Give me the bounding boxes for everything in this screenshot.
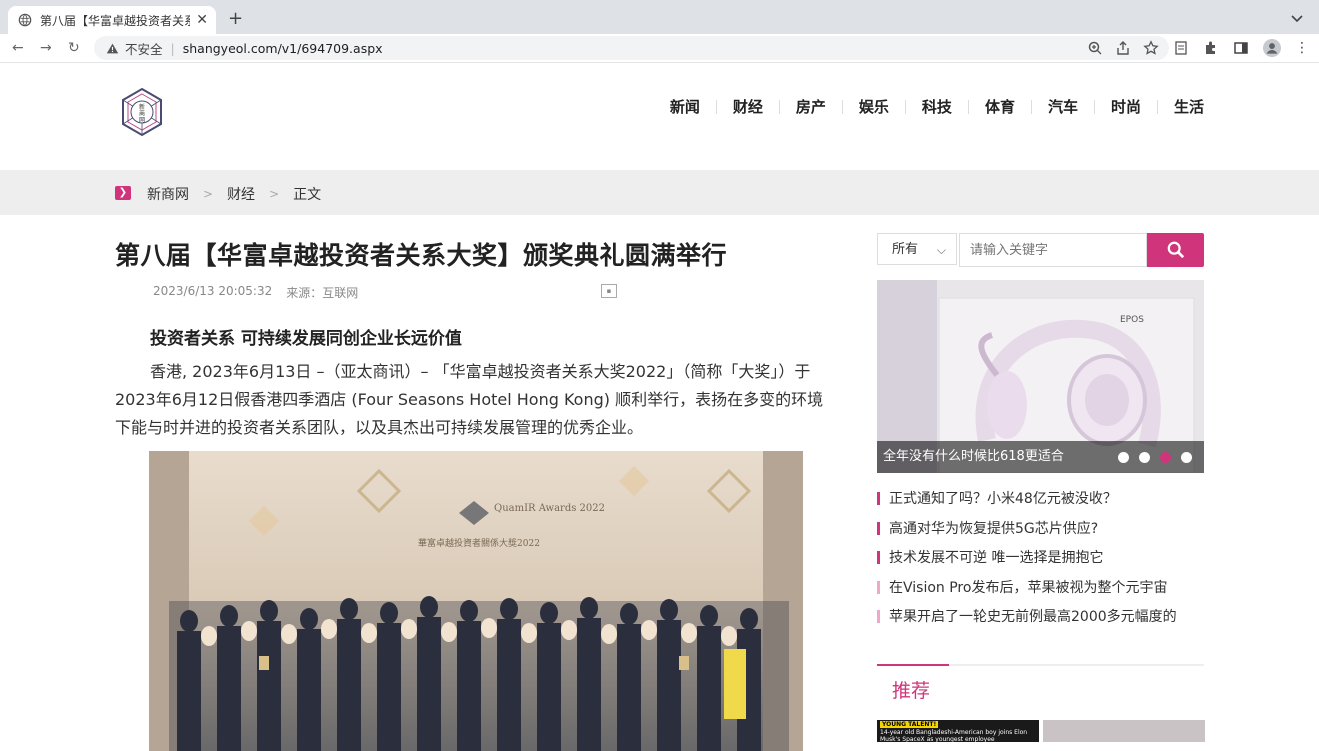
news-item[interactable]: 在Vision Pro发布后，苹果被视为整个元宇宙 (877, 577, 1207, 607)
nav-item-news[interactable]: 新闻 (654, 96, 716, 117)
search-button[interactable] (1147, 233, 1204, 267)
breadcrumb-bar: ❯ 新商网 > 财经 > 正文 (0, 170, 1319, 215)
site-logo[interactable]: 新 商 网 (117, 87, 167, 137)
carousel-dot[interactable] (1139, 452, 1150, 463)
tab-search-chevron-icon[interactable] (1289, 10, 1305, 26)
banner-brand: EPOS (1120, 315, 1144, 325)
photo-backdrop-cn: 華富卓越投資者關係大獎2022 (418, 537, 540, 549)
article-paragraph: 香港, 2023年6月13日 –（亚太商讯）– 「华富卓越投资者关系大奖2022… (115, 362, 824, 437)
carousel-dot[interactable] (1181, 452, 1192, 463)
article-meta: 2023/6/13 20:05:32 来源：互联网 (153, 284, 358, 301)
close-tab-icon[interactable]: ✕ (196, 12, 208, 28)
reader-mode-icon[interactable] (1173, 40, 1189, 56)
photo-backdrop-text: QuamIR Awards 2022 (494, 503, 605, 514)
breadcrumb-separator: > (203, 187, 214, 201)
sidebar-news-list: 正式通知了吗？小米48亿元被没收？ 高通对华为恢复提供5G芯片供应? 技术发展不… (877, 488, 1207, 636)
article-source: 来源：互联网 (286, 286, 359, 300)
people-group (169, 596, 789, 751)
article-date: 2023/6/13 20:05:32 (153, 284, 273, 298)
article-photo: QuamIR Awards 2022 華富卓越投資者關係大獎2022 (149, 451, 803, 751)
insecure-label: 不安全 (125, 41, 163, 57)
breadcrumb: 新商网 > 财经 > 正文 (147, 184, 321, 204)
nav-item-realestate[interactable]: 房产 (780, 96, 842, 117)
side-panel-icon[interactable] (1233, 40, 1249, 56)
thumbnail-tag: YOUNG TALENT! (880, 721, 939, 728)
share-icon[interactable] (1115, 40, 1131, 56)
recommend-thumbnail[interactable] (1043, 720, 1205, 742)
new-tab-icon[interactable]: + (228, 8, 243, 29)
address-bar[interactable]: 不安全 | shangyeol.com/v1/694709.aspx (94, 36, 1169, 60)
warning-icon (106, 43, 119, 53)
breadcrumb-home[interactable]: 新商网 (147, 184, 189, 204)
article-subtitle: 投资者关系 可持续发展同创企业长远价值 (150, 329, 462, 349)
banner-caption-text: 全年没有什么时候比618更适合 (883, 449, 1064, 464)
toolbar-right-icons: ⋮ (1173, 39, 1309, 57)
breadcrumb-current: 正文 (293, 187, 322, 203)
news-item[interactable]: 技术发展不可逆 唯一选择是拥抱它 (877, 547, 1207, 577)
extensions-puzzle-icon[interactable] (1203, 40, 1219, 56)
recommend-divider (877, 664, 1204, 666)
article-title: 第八届【华富卓越投资者关系大奖】颁奖典礼圆满举行 (115, 241, 728, 270)
news-item[interactable]: 高通对华为恢复提供5G芯片供应? (877, 518, 1207, 548)
recommend-thumbnail[interactable]: YOUNG TALENT! 14-year old Bangladeshi-Am… (877, 720, 1039, 742)
nav-item-auto[interactable]: 汽车 (1032, 96, 1094, 117)
breadcrumb-separator: > (269, 187, 280, 201)
browser-toolbar: ← → ↻ 不安全 | shangyeol.com/v1/694709.aspx… (0, 34, 1319, 63)
carousel-dots (1118, 452, 1192, 463)
carousel-dot-active[interactable] (1160, 452, 1171, 463)
main-nav: 新闻 财经 房产 娱乐 科技 体育 汽车 时尚 生活 (654, 96, 1204, 117)
chevron-down-icon: ⌵ (936, 243, 946, 257)
omnibox-actions (1087, 40, 1159, 56)
award-group-photo: QuamIR Awards 2022 華富卓越投資者關係大獎2022 (149, 451, 803, 751)
search-input[interactable] (959, 233, 1147, 267)
banner-carousel[interactable]: EPOS 全年没有什么时候比618更适合 (877, 280, 1204, 473)
nav-item-sports[interactable]: 体育 (969, 96, 1031, 117)
reload-icon[interactable]: ↻ (68, 40, 80, 56)
nav-item-entertainment[interactable]: 娱乐 (843, 96, 905, 117)
tab-title: 第八届【华富卓越投资者关系大奖】 (40, 13, 190, 28)
globe-icon (18, 13, 32, 27)
carousel-dot[interactable] (1118, 452, 1129, 463)
forward-icon[interactable]: → (40, 40, 52, 56)
news-item[interactable]: 苹果开启了一轮史无前例最高2000多元幅度的 (877, 606, 1207, 636)
search-box: 所有 ⌵ (877, 233, 1204, 267)
browser-tab[interactable]: 第八届【华富卓越投资者关系大奖】 ✕ (8, 6, 216, 34)
recommend-heading: 推荐 (892, 680, 931, 702)
browser-tabbar: 第八届【华富卓越投资者关系大奖】 ✕ + (0, 0, 1319, 34)
nav-item-life[interactable]: 生活 (1158, 96, 1204, 117)
nav-item-tech[interactable]: 科技 (906, 96, 968, 117)
separator: | (170, 40, 175, 56)
article: 第八届【华富卓越投资者关系大奖】颁奖典礼圆满举行 2023/6/13 20:05… (115, 230, 835, 751)
search-scope-value: 所有 (892, 242, 919, 257)
browser-menu-icon[interactable]: ⋮ (1295, 40, 1309, 56)
back-icon[interactable]: ← (12, 40, 24, 56)
site-header: 新 商 网 新闻 财经 房产 娱乐 科技 体育 汽车 时尚 生活 (0, 63, 1319, 170)
search-scope-select[interactable]: 所有 ⌵ (877, 233, 957, 265)
nav-item-finance[interactable]: 财经 (717, 96, 779, 117)
svg-text:网: 网 (139, 117, 145, 124)
bookmark-star-icon[interactable] (1143, 40, 1159, 56)
search-icon (1167, 241, 1185, 259)
profile-avatar-icon[interactable] (1263, 39, 1281, 57)
zoom-icon[interactable] (1087, 40, 1103, 56)
thumbnail-text: 14-year old Bangladeshi-American boy joi… (880, 729, 1028, 742)
nav-item-fashion[interactable]: 时尚 (1095, 96, 1157, 117)
url-text[interactable]: shangyeol.com/v1/694709.aspx (183, 41, 383, 56)
image-placeholder-icon: ▪ (601, 284, 617, 298)
chevron-right-icon: ❯ (115, 186, 131, 200)
news-item[interactable]: 正式通知了吗？小米48亿元被没收？ (877, 488, 1207, 518)
breadcrumb-finance[interactable]: 财经 (227, 184, 255, 204)
